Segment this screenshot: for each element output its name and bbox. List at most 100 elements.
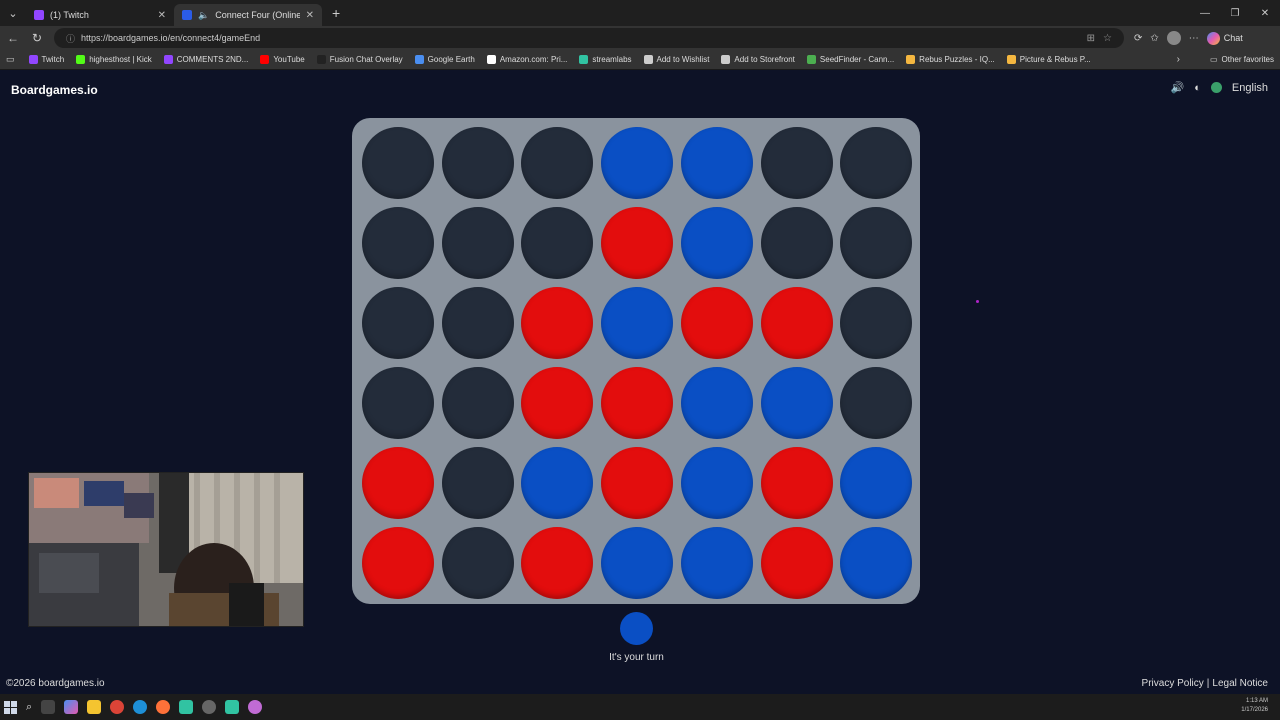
speaker-icon[interactable]: 🔈 [198, 10, 209, 21]
close-tab-icon[interactable]: ✕ [158, 10, 166, 21]
favorite-star-icon[interactable]: ☆ [1103, 33, 1112, 44]
tab-connect-four[interactable]: 🔈 Connect Four (Online game f ✕ [174, 4, 322, 26]
privacy-policy-link[interactable]: Privacy Policy [1142, 678, 1204, 689]
board-cell-red[interactable] [521, 367, 594, 439]
back-icon[interactable]: ← [6, 31, 20, 45]
bookmark-item[interactable]: Picture & Rebus P... [1006, 55, 1091, 64]
board-cell-empty[interactable] [521, 207, 594, 279]
board-cell-blue[interactable] [680, 127, 753, 199]
system-clock[interactable]: 1:13 AM 1/17/2026 [1241, 697, 1268, 715]
site-brand-logo[interactable]: Boardgames.io [11, 83, 98, 97]
profile-avatar-icon[interactable] [1166, 31, 1181, 45]
bookmark-item[interactable]: Add to Storefront [721, 55, 795, 64]
tab-actions-icon[interactable]: ⌄ [0, 0, 26, 26]
board-cell-empty[interactable] [441, 207, 514, 279]
bookmark-item[interactable]: Add to Wishlist [643, 55, 709, 64]
board-cell-red[interactable] [601, 447, 674, 519]
board-cell-red[interactable] [362, 447, 434, 519]
bookmark-item[interactable]: Fusion Chat Overlay [316, 55, 403, 64]
board-cell-blue[interactable] [680, 527, 753, 599]
connect-four-board[interactable] [352, 118, 920, 604]
site-info-icon[interactable]: ⓘ [66, 32, 75, 45]
board-cell-blue[interactable] [601, 527, 674, 599]
board-cell-blue[interactable] [601, 127, 674, 199]
board-cell-red[interactable] [760, 287, 833, 359]
bookmark-item[interactable]: Google Earth [414, 55, 475, 64]
board-cell-red[interactable] [760, 447, 833, 519]
other-favorites-label: Other favorites [1221, 55, 1274, 64]
language-selector[interactable]: English [1232, 82, 1268, 94]
more-menu-icon[interactable]: ⋯ [1189, 33, 1199, 44]
board-cell-blue[interactable] [680, 447, 753, 519]
board-cell-empty[interactable] [840, 207, 913, 279]
board-cell-red[interactable] [680, 287, 753, 359]
board-cell-empty[interactable] [840, 287, 913, 359]
board-cell-red[interactable] [521, 287, 594, 359]
other-favorites-folder[interactable]: ▭ Other favorites [1210, 55, 1274, 64]
board-cell-blue[interactable] [680, 367, 753, 439]
board-cell-empty[interactable] [362, 367, 434, 439]
bookmarks-overflow-icon[interactable]: › [1177, 54, 1180, 65]
favorites-icon[interactable]: ✩ [1150, 33, 1158, 44]
firefox-icon[interactable] [156, 700, 171, 714]
board-cell-empty[interactable] [441, 287, 514, 359]
board-cell-empty[interactable] [362, 127, 434, 199]
board-cell-red[interactable] [521, 527, 594, 599]
board-cell-empty[interactable] [760, 207, 833, 279]
board-cell-blue[interactable] [521, 447, 594, 519]
board-cell-empty[interactable] [441, 127, 514, 199]
search-icon[interactable]: ⌕ [26, 701, 32, 714]
copilot-taskbar-icon[interactable] [64, 700, 79, 714]
file-explorer-icon[interactable] [87, 700, 102, 714]
bookmark-item[interactable]: Twitch [28, 55, 64, 64]
board-cell-empty[interactable] [362, 287, 434, 359]
sound-icon[interactable]: 🔊 [1171, 81, 1185, 94]
copilot-chat-button[interactable]: Chat [1206, 31, 1243, 45]
board-cell-empty[interactable] [840, 127, 913, 199]
new-tab-icon[interactable]: + [332, 5, 340, 21]
bookmark-item[interactable]: highesthost | Kick [76, 55, 152, 64]
bookmark-item[interactable]: SeedFinder - Cann... [806, 55, 894, 64]
board-cell-red[interactable] [362, 527, 434, 599]
restore-icon[interactable]: ❐ [1220, 0, 1250, 26]
app-green-icon[interactable] [225, 700, 240, 714]
bookmark-item[interactable]: Rebus Puzzles - IQ... [906, 55, 995, 64]
address-bar[interactable]: ⓘ https://boardgames.io/en/connect4/game… [54, 28, 1124, 48]
extensions-icon[interactable]: ⟳ [1134, 33, 1142, 44]
app-available-icon[interactable]: ⊞ [1087, 33, 1095, 44]
bookmark-item[interactable]: Amazon.com: Pri... [486, 55, 567, 64]
board-cell-blue[interactable] [680, 207, 753, 279]
chrome-icon[interactable] [110, 700, 125, 714]
app-pink-icon[interactable] [248, 700, 263, 714]
edge-icon[interactable] [133, 700, 148, 714]
bookmarks-collection-icon[interactable]: ▭ [6, 54, 15, 65]
bookmark-item[interactable]: COMMENTS 2ND... [163, 55, 248, 64]
board-cell-blue[interactable] [840, 527, 913, 599]
board-cell-red[interactable] [601, 367, 674, 439]
board-cell-red[interactable] [601, 207, 674, 279]
refresh-icon[interactable]: ↻ [30, 31, 44, 45]
board-cell-empty[interactable] [362, 207, 434, 279]
windows-start-icon[interactable] [4, 700, 17, 714]
board-cell-empty[interactable] [441, 447, 514, 519]
board-cell-empty[interactable] [441, 367, 514, 439]
board-cell-empty[interactable] [441, 527, 514, 599]
bookmark-item[interactable]: streamlabs [579, 55, 632, 64]
board-cell-empty[interactable] [760, 127, 833, 199]
streamlabs-icon[interactable] [179, 700, 194, 714]
task-view-icon[interactable] [41, 700, 56, 714]
tab-twitch[interactable]: (1) Twitch ✕ [26, 4, 174, 26]
board-cell-red[interactable] [760, 527, 833, 599]
close-window-icon[interactable]: ✕ [1250, 0, 1280, 26]
board-cell-empty[interactable] [521, 127, 594, 199]
bookmark-item[interactable]: YouTube [260, 55, 305, 64]
board-cell-blue[interactable] [760, 367, 833, 439]
board-cell-blue[interactable] [840, 447, 913, 519]
minimize-icon[interactable]: — [1190, 0, 1220, 26]
legal-notice-link[interactable]: Legal Notice [1212, 678, 1268, 689]
close-tab-icon[interactable]: ✕ [306, 10, 314, 21]
board-cell-blue[interactable] [601, 287, 674, 359]
settings-icon[interactable] [202, 700, 217, 714]
board-cell-empty[interactable] [840, 367, 913, 439]
dark-mode-icon[interactable]: ◐ [1194, 82, 1201, 94]
